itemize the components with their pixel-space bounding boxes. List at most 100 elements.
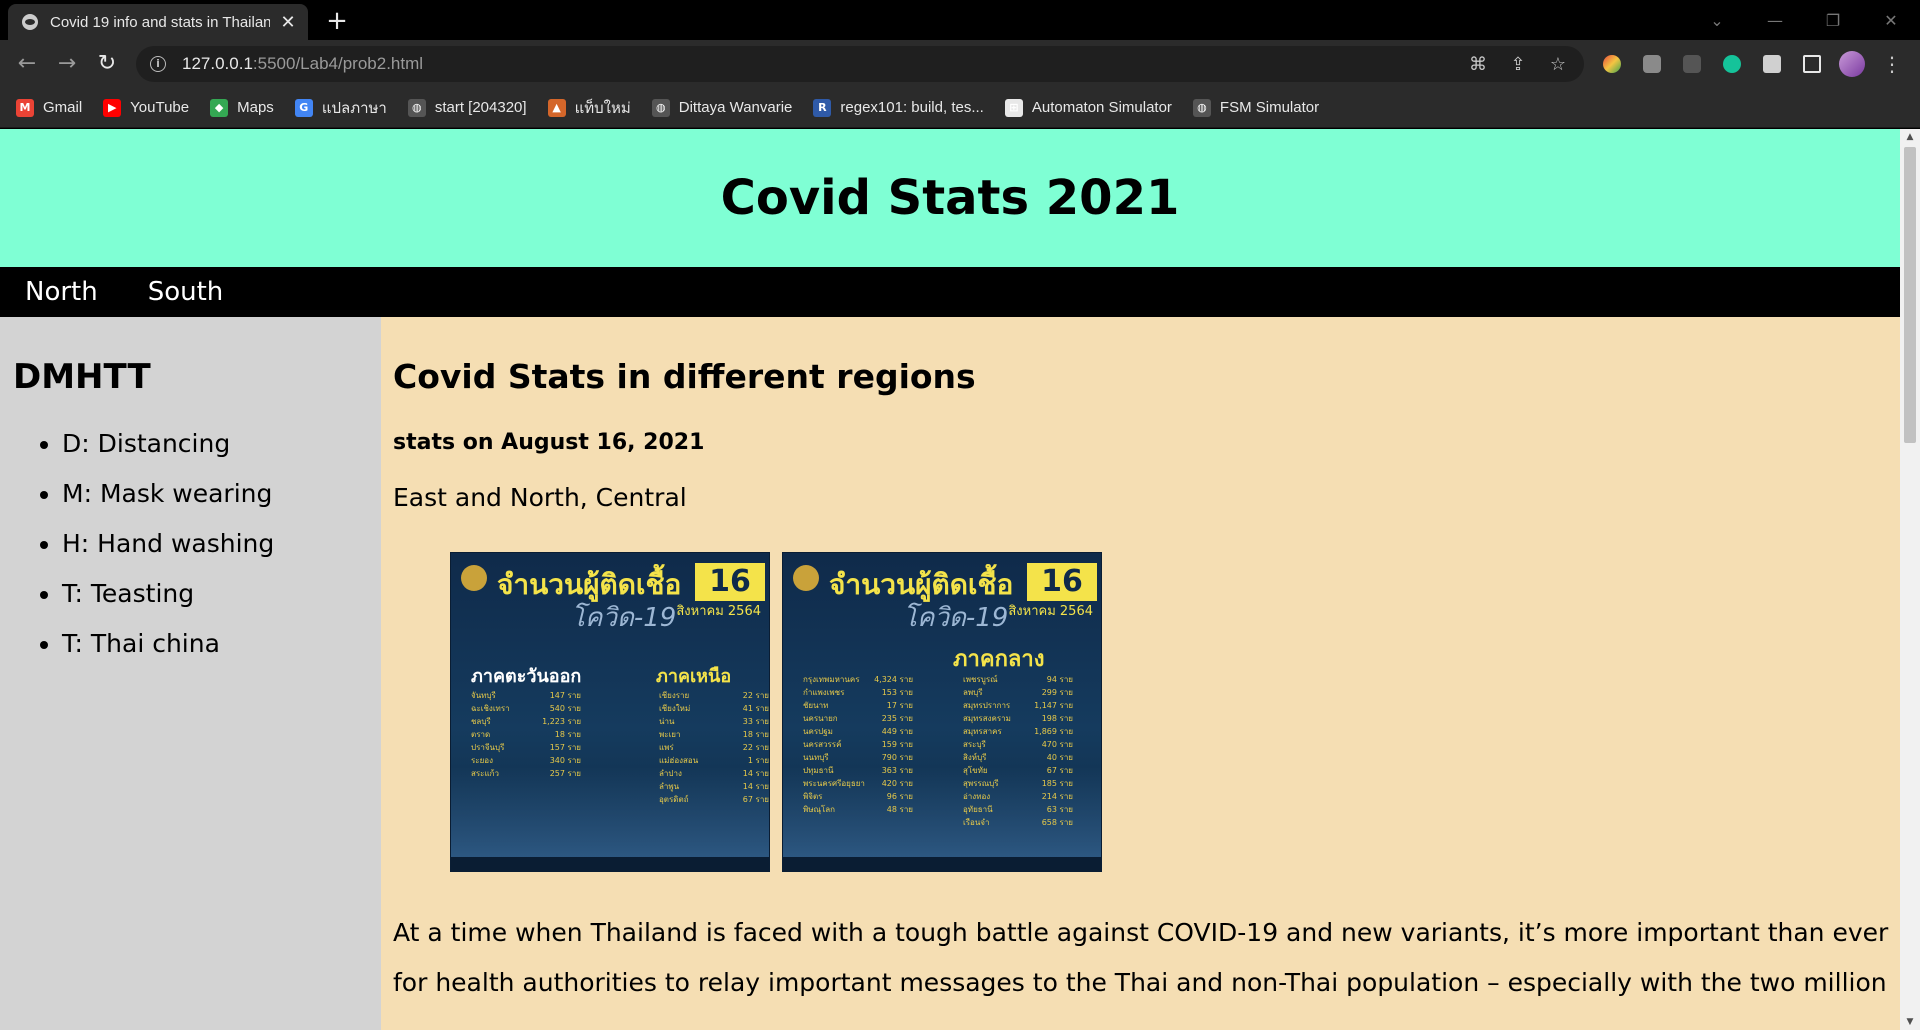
tab-search-icon[interactable]: ⌄	[1688, 0, 1746, 40]
menu-kebab-icon[interactable]: ⋮	[1872, 49, 1912, 79]
bookmark-item[interactable]: Rregex101: build, tes...	[813, 98, 984, 117]
reload-button[interactable]: ↻	[92, 49, 122, 79]
bookmark-item[interactable]: ▶ YouTube	[103, 98, 190, 117]
table-row: สุโขทัย 67 ราย	[963, 764, 1073, 777]
page-scrollbar[interactable]: ▲ ▼	[1900, 129, 1920, 1030]
bookmark-item[interactable]: G แปลภาษา	[294, 96, 387, 120]
province-list: กรุงเทพมหานคร 4,324 ราย กำแพงเพชร 153 ราย ชั…	[803, 673, 913, 816]
province-list: จันทบุรี 147 ราย ฉะเชิงเทรา 540 ราย ชลบุรี 1,…	[471, 689, 581, 780]
maps-icon: ◆	[210, 98, 229, 117]
province-name: พิจิตร	[803, 792, 823, 801]
fire-icon: ▲	[547, 98, 566, 117]
forward-button[interactable]: →	[52, 49, 82, 79]
province-name: ลำพูน	[659, 782, 680, 791]
table-row: แม่ฮ่องสอน 1 ราย	[659, 754, 769, 767]
bookmark-label: Automaton Simulator	[1031, 99, 1172, 116]
province-name: เชียงราย	[659, 691, 690, 700]
province-name: ชัยนาท	[803, 701, 829, 710]
table-row: เชียงใหม่ 41 ราย	[659, 702, 769, 715]
table-row: ฉะเชิงเทรา 540 ราย	[471, 702, 581, 715]
bookmark-item[interactable]: ◍ Dittaya Wanvarie	[651, 98, 792, 117]
province-name: เชียงใหม่	[659, 704, 691, 713]
minimize-button[interactable]: —	[1746, 0, 1804, 40]
table-row: พระนครศรีอยุธยา 420 ราย	[803, 777, 913, 790]
bookmark-item[interactable]: ◆ Maps	[210, 98, 274, 117]
region-label: ภาคกลาง	[953, 647, 1045, 672]
table-row: ระยอง 340 ราย	[471, 754, 581, 767]
dmhtt-list: D: Distancing M: Mask wearing H: Hand wa…	[13, 419, 381, 669]
globe-icon: ◍	[1192, 98, 1211, 117]
browser-tab[interactable]: Covid 19 info and stats in Thailand ✕	[8, 4, 308, 40]
infographic-month: สิงหาคม 2564	[676, 604, 761, 619]
province-name: ปราจีนบุรี	[471, 743, 505, 752]
back-button[interactable]: ←	[12, 49, 42, 79]
bookmark-label: แท็บใหม่	[574, 99, 631, 117]
address-bar[interactable]: i 127.0.0.1:5500/Lab4/prob2.html ⌘ ⇪ ☆	[136, 46, 1584, 82]
case-count: 540 ราย	[549, 704, 581, 713]
bookmark-star-icon[interactable]: ☆	[1538, 54, 1578, 75]
nav-link-north[interactable]: North	[25, 277, 98, 307]
bookmark-item[interactable]: ▲ แท็บใหม่	[547, 96, 631, 120]
intro-paragraph: At a time when Thailand is faced with a …	[393, 918, 1889, 997]
scrollbar-thumb[interactable]	[1904, 147, 1916, 443]
infographic-row: จำนวนผู้ติดเชื้อ 16 โควิด-19 สิงหาคม 2564 ภา…	[450, 552, 1900, 872]
share-icon[interactable]: ⇪	[1498, 54, 1538, 75]
new-tab-button[interactable]: +	[322, 6, 352, 36]
province-name: สระแก้ว	[471, 769, 499, 778]
case-count: 214 ราย	[1041, 792, 1073, 801]
scroll-up-arrow-icon[interactable]: ▲	[1900, 129, 1920, 145]
province-name: อุทัยธานี	[963, 805, 993, 814]
extension-colorful-icon[interactable]	[1592, 49, 1632, 79]
case-count: 257 ราย	[549, 769, 581, 778]
case-count: 235 ราย	[881, 714, 913, 723]
close-tab-icon[interactable]: ✕	[278, 12, 298, 33]
date-badge: 16	[695, 563, 765, 601]
extension-square-icon[interactable]	[1632, 49, 1672, 79]
translate-icon[interactable]: ⌘	[1458, 54, 1498, 75]
case-count: 1,223 ราย	[542, 717, 581, 726]
table-row: กรุงเทพมหานคร 4,324 ราย	[803, 673, 913, 686]
province-name: เพชรบูรณ์	[963, 675, 998, 684]
case-count: 94 ราย	[1046, 675, 1073, 684]
site-info-icon[interactable]: i	[150, 56, 166, 72]
table-row: จันทบุรี 147 ราย	[471, 689, 581, 702]
province-name: กำแพงเพชร	[803, 688, 845, 697]
table-row: พิษณุโลก 48 ราย	[803, 803, 913, 816]
regex-icon: R	[813, 98, 832, 117]
profile-avatar[interactable]	[1832, 49, 1872, 79]
province-name: สมุทรสาคร	[963, 727, 1002, 736]
province-list: เชียงราย 22 ราย เชียงใหม่ 41 ราย น่าน 33 รายพ…	[659, 689, 769, 806]
table-row: เรือนจำ 658 ราย	[963, 816, 1073, 829]
bookmark-item[interactable]: ◍ start [204320]	[407, 98, 527, 117]
tab-strip: Covid 19 info and stats in Thailand ✕ + …	[0, 0, 1920, 40]
list-item: T: Teasting	[62, 569, 381, 619]
regions-text: East and North, Central	[393, 483, 687, 512]
bookmark-item[interactable]: M Gmail	[16, 98, 82, 117]
table-row: สมุทรสาคร 1,869 ราย	[963, 725, 1073, 738]
side-panel-icon[interactable]	[1792, 49, 1832, 79]
case-count: 67 ราย	[1046, 766, 1073, 775]
scroll-down-arrow-icon[interactable]: ▼	[1900, 1014, 1920, 1030]
nav-link-south[interactable]: South	[148, 277, 224, 307]
ministry-seal-icon	[461, 565, 487, 591]
grammarly-icon[interactable]	[1712, 49, 1752, 79]
case-count: 33 ราย	[742, 717, 769, 726]
province-name: เรือนจำ	[963, 818, 990, 827]
case-count: 96 ราย	[886, 792, 913, 801]
bookmark-item[interactable]: ⊞ Automaton Simulator	[1004, 98, 1172, 117]
restore-button[interactable]: ❐	[1804, 0, 1862, 40]
case-count: 790 ราย	[881, 753, 913, 762]
url-text[interactable]: 127.0.0.1:5500/Lab4/prob2.html	[182, 54, 423, 74]
bookmark-label: YouTube	[130, 99, 190, 116]
close-window-button[interactable]: ✕	[1862, 0, 1920, 40]
bookmark-label: start [204320]	[434, 99, 527, 116]
globe-icon	[22, 14, 38, 30]
case-count: 340 ราย	[549, 756, 581, 765]
province-name: สระบุรี	[963, 740, 986, 749]
extension-z-icon[interactable]	[1672, 49, 1712, 79]
table-row: ลพบุรี 299 ราย	[963, 686, 1073, 699]
table-row: นครนายก 235 ราย	[803, 712, 913, 725]
bookmark-item[interactable]: ◍ FSM Simulator	[1192, 98, 1319, 117]
url-host: 127.0.0.1	[182, 54, 253, 73]
extensions-puzzle-icon[interactable]	[1752, 49, 1792, 79]
